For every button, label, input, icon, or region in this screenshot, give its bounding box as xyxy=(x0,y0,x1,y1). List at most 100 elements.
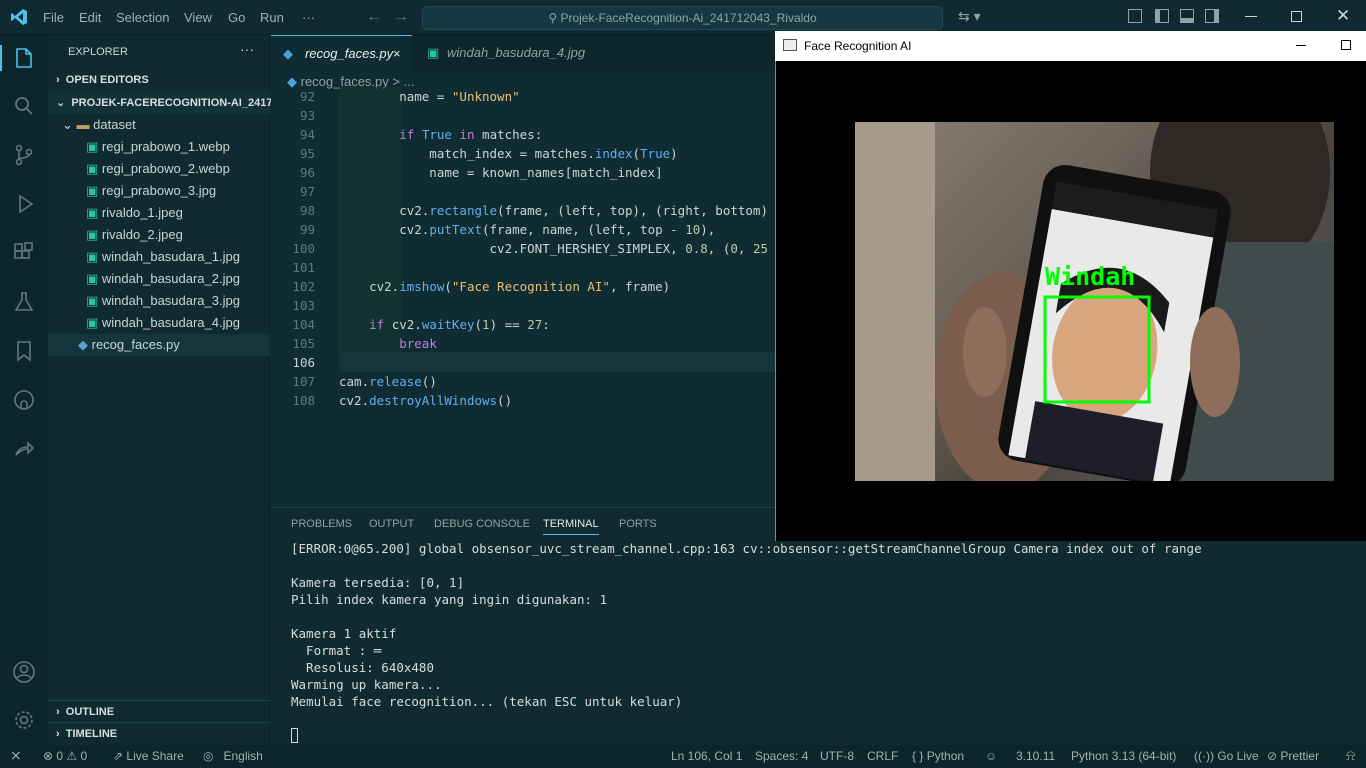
extensions-icon[interactable] xyxy=(12,241,36,265)
open-editors-section[interactable]: › OPEN EDITORS xyxy=(48,69,270,91)
customize-layout-icon[interactable] xyxy=(1128,9,1142,23)
prettier-status[interactable]: ⊘ Prettier xyxy=(1267,749,1319,763)
folder-dataset[interactable]: ⌄ ▬ dataset xyxy=(48,114,270,136)
menu-more[interactable]: ··· xyxy=(302,10,315,25)
indentation[interactable]: Spaces: 4 xyxy=(755,749,808,763)
image-file-icon: ▣ xyxy=(86,205,102,220)
code-line[interactable]: name = "Unknown" xyxy=(339,87,519,106)
python-file-icon: ◆ xyxy=(283,46,293,61)
minimize-icon[interactable] xyxy=(1245,16,1257,17)
live-share-status[interactable]: ⇗ Live Share xyxy=(113,749,184,763)
explorer-title: EXPLORER xyxy=(68,46,128,58)
toggle-secondary-sidebar-icon[interactable] xyxy=(1205,9,1219,23)
source-control-icon[interactable] xyxy=(12,143,36,167)
menu-edit[interactable]: Edit xyxy=(79,10,101,25)
toggle-panel-icon[interactable] xyxy=(1180,9,1194,23)
file-item[interactable]: ▣ windah_basudara_1.jpg xyxy=(48,246,270,268)
code-line[interactable]: if cv2.waitKey(1) == 27: xyxy=(339,315,550,334)
eol[interactable]: CRLF xyxy=(867,749,898,763)
notifications-bell-icon[interactable]: ⍾ xyxy=(1346,747,1355,764)
bookmark-icon[interactable] xyxy=(12,339,36,363)
testing-flask-icon[interactable] xyxy=(12,290,36,314)
language-status[interactable]: ◎ English xyxy=(203,749,263,763)
current-line-highlight xyxy=(339,352,775,372)
line-number: 108 xyxy=(292,393,315,408)
file-item[interactable]: ▣ windah_basudara_4.jpg xyxy=(48,312,270,334)
tab-recog-faces[interactable]: ◆ recog_faces.py × xyxy=(271,35,412,71)
line-number: 99 xyxy=(299,222,315,237)
file-item[interactable]: ▣ windah_basudara_3.jpg xyxy=(48,290,270,312)
menu-go[interactable]: Go xyxy=(228,10,245,25)
file-item[interactable]: ▣ rivaldo_1.jpeg xyxy=(48,202,270,224)
broadcast-icon: ◎ xyxy=(203,749,217,763)
file-item[interactable]: ▣ windah_basudara_2.jpg xyxy=(48,268,270,290)
image-file-icon: ▣ xyxy=(86,139,102,154)
maximize-icon[interactable] xyxy=(1341,40,1351,50)
code-line[interactable]: match_index = matches.index(True) xyxy=(339,144,677,163)
settings-gear-icon[interactable] xyxy=(12,708,36,732)
tab-terminal[interactable]: TERMINAL xyxy=(543,518,599,535)
timeline-section[interactable]: › TIMELINE xyxy=(48,722,270,744)
more-actions-icon[interactable]: ··· xyxy=(240,41,254,57)
live-share-icon: ⇗ xyxy=(113,749,127,763)
code-line[interactable]: cv2.putText(frame, name, (left, top - 10… xyxy=(339,220,715,239)
image-file-icon: ▣ xyxy=(86,183,102,198)
remote-icon[interactable]: ⨯ xyxy=(10,747,22,764)
menu-selection[interactable]: Selection xyxy=(116,10,169,25)
live-share-icon[interactable] xyxy=(12,437,36,461)
github-icon[interactable] xyxy=(12,388,36,412)
code-line[interactable]: cv2.FONT_HERSHEY_SIMPLEX, 0.8, (0, 25 xyxy=(339,239,769,258)
code-line[interactable]: if True in matches: xyxy=(339,125,542,144)
code-line[interactable]: name = known_names[match_index] xyxy=(339,163,662,182)
menu-view[interactable]: View xyxy=(184,10,212,25)
terminal-line: [ERROR:0@65.200] global obsensor_uvc_str… xyxy=(291,541,1202,556)
cursor-position[interactable]: Ln 106, Col 1 xyxy=(671,749,742,763)
problems-status[interactable]: ⊗ 0 ⚠ 0 xyxy=(43,749,87,763)
close-tab-icon[interactable]: × xyxy=(393,36,401,72)
python-interpreter[interactable]: Python 3.13 (64-bit) xyxy=(1071,749,1176,763)
project-section[interactable]: ⌄ PROJEK-FACERECOGNITION-AI_2417... xyxy=(48,92,282,114)
file-item[interactable]: ▣ regi_prabowo_1.webp xyxy=(48,136,270,158)
line-number: 95 xyxy=(299,146,315,161)
copilot-icon[interactable]: ☺ xyxy=(985,749,997,763)
back-arrow-icon[interactable]: ← xyxy=(366,8,382,26)
toggle-sidebar-icon[interactable] xyxy=(1155,9,1169,23)
code-line[interactable]: cam.release() xyxy=(339,372,437,391)
explorer-icon[interactable] xyxy=(12,46,36,70)
account-icon[interactable] xyxy=(12,660,36,684)
file-recog-faces[interactable]: ◆ recog_faces.py xyxy=(48,334,270,356)
close-window-icon[interactable]: ✕ xyxy=(1336,6,1350,26)
tab-output[interactable]: OUTPUT xyxy=(369,518,414,530)
terminal-line: Resolusi: 640x480 xyxy=(291,660,434,675)
chevron-right-icon: › xyxy=(56,706,66,718)
tab-debug-console[interactable]: DEBUG CONSOLE xyxy=(434,518,530,530)
command-center-search[interactable]: ⚲ Projek-FaceRecognition-Ai_241712043_Ri… xyxy=(422,6,943,30)
code-line[interactable]: cv2.destroyAllWindows() xyxy=(339,391,512,410)
file-item[interactable]: ▣ regi_prabowo_3.jpg xyxy=(48,180,270,202)
run-debug-icon[interactable] xyxy=(12,192,36,216)
code-line[interactable]: cv2.imshow("Face Recognition AI", frame) xyxy=(339,277,670,296)
search-icon[interactable] xyxy=(12,94,36,118)
menu-file[interactable]: File xyxy=(43,10,64,25)
python-version[interactable]: 3.10.11 xyxy=(1016,749,1055,763)
remote-icon[interactable]: ⇆ ▾ xyxy=(958,8,981,25)
language-mode[interactable]: { } Python xyxy=(912,749,964,763)
line-number: 107 xyxy=(292,374,315,389)
forward-arrow-icon[interactable]: → xyxy=(393,8,409,26)
terminal-line: Warming up kamera... xyxy=(291,677,442,692)
code-line[interactable]: break xyxy=(339,334,437,353)
tab-ports[interactable]: PORTS xyxy=(619,518,657,530)
go-live-button[interactable]: ((·)) Go Live xyxy=(1194,749,1259,763)
menu-run[interactable]: Run xyxy=(260,10,284,25)
tab-problems[interactable]: PROBLEMS xyxy=(291,518,352,530)
file-item[interactable]: ▣ rivaldo_2.jpeg xyxy=(48,224,270,246)
encoding[interactable]: UTF-8 xyxy=(820,749,854,763)
tab-windah-image[interactable]: ▣ windah_basudara_4.jpg xyxy=(413,35,593,71)
code-line[interactable]: cv2.rectangle(frame, (left, top), (right… xyxy=(339,201,768,220)
terminal-line: Memulai face recognition... (tekan ESC u… xyxy=(291,694,683,709)
outline-section[interactable]: › OUTLINE xyxy=(48,700,270,722)
file-item[interactable]: ▣ regi_prabowo_2.webp xyxy=(48,158,270,180)
restore-icon[interactable] xyxy=(1291,11,1302,22)
search-icon: ⚲ xyxy=(548,11,561,25)
minimize-icon[interactable] xyxy=(1296,45,1306,46)
